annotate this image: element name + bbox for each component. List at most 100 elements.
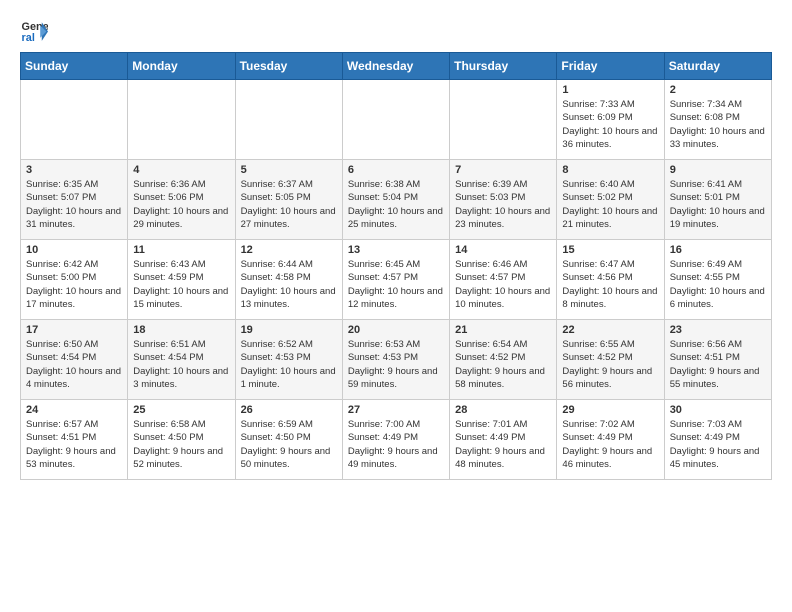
day-info: Sunrise: 6:47 AM Sunset: 4:56 PM Dayligh… — [562, 258, 658, 311]
day-info: Sunrise: 6:40 AM Sunset: 5:02 PM Dayligh… — [562, 178, 658, 231]
day-info: Sunrise: 6:35 AM Sunset: 5:07 PM Dayligh… — [26, 178, 122, 231]
week-row-5: 24 Sunrise: 6:57 AM Sunset: 4:51 PM Dayli… — [21, 400, 772, 480]
day-cell — [235, 80, 342, 160]
day-cell: 5 Sunrise: 6:37 AM Sunset: 5:05 PM Daylig… — [235, 160, 342, 240]
day-cell: 27 Sunrise: 7:00 AM Sunset: 4:49 PM Dayli… — [342, 400, 449, 480]
day-cell: 24 Sunrise: 6:57 AM Sunset: 4:51 PM Dayli… — [21, 400, 128, 480]
day-cell: 18 Sunrise: 6:51 AM Sunset: 4:54 PM Dayli… — [128, 320, 235, 400]
day-info: Sunrise: 6:37 AM Sunset: 5:05 PM Dayligh… — [241, 178, 337, 231]
day-info: Sunrise: 7:33 AM Sunset: 6:09 PM Dayligh… — [562, 98, 658, 151]
header-cell-sunday: Sunday — [21, 53, 128, 80]
header: Gene ral — [20, 16, 772, 44]
day-info: Sunrise: 6:38 AM Sunset: 5:04 PM Dayligh… — [348, 178, 444, 231]
week-row-3: 10 Sunrise: 6:42 AM Sunset: 5:00 PM Dayli… — [21, 240, 772, 320]
day-number: 21 — [455, 324, 551, 336]
day-info: Sunrise: 6:54 AM Sunset: 4:52 PM Dayligh… — [455, 338, 551, 391]
day-cell: 1 Sunrise: 7:33 AM Sunset: 6:09 PM Daylig… — [557, 80, 664, 160]
day-number: 18 — [133, 324, 229, 336]
day-number: 22 — [562, 324, 658, 336]
day-cell: 23 Sunrise: 6:56 AM Sunset: 4:51 PM Dayli… — [664, 320, 771, 400]
day-cell: 6 Sunrise: 6:38 AM Sunset: 5:04 PM Daylig… — [342, 160, 449, 240]
day-info: Sunrise: 7:00 AM Sunset: 4:49 PM Dayligh… — [348, 418, 444, 471]
day-number: 10 — [26, 244, 122, 256]
day-info: Sunrise: 6:57 AM Sunset: 4:51 PM Dayligh… — [26, 418, 122, 471]
day-cell: 30Sunrise: 7:03 AM Sunset: 4:49 PM Dayli… — [664, 400, 771, 480]
day-info: Sunrise: 6:53 AM Sunset: 4:53 PM Dayligh… — [348, 338, 444, 391]
day-cell: 3 Sunrise: 6:35 AM Sunset: 5:07 PM Daylig… — [21, 160, 128, 240]
day-number: 19 — [241, 324, 337, 336]
day-info: Sunrise: 6:49 AM Sunset: 4:55 PM Dayligh… — [670, 258, 766, 311]
day-cell: 2 Sunrise: 7:34 AM Sunset: 6:08 PM Daylig… — [664, 80, 771, 160]
day-info: Sunrise: 6:51 AM Sunset: 4:54 PM Dayligh… — [133, 338, 229, 391]
day-cell: 7Sunrise: 6:39 AM Sunset: 5:03 PM Daylig… — [450, 160, 557, 240]
day-number: 2 — [670, 84, 766, 96]
day-cell — [21, 80, 128, 160]
day-number: 16 — [670, 244, 766, 256]
day-info: Sunrise: 7:03 AM Sunset: 4:49 PM Dayligh… — [670, 418, 766, 471]
header-row: SundayMondayTuesdayWednesdayThursdayFrid… — [21, 53, 772, 80]
day-number: 12 — [241, 244, 337, 256]
day-cell — [450, 80, 557, 160]
day-info: Sunrise: 7:01 AM Sunset: 4:49 PM Dayligh… — [455, 418, 551, 471]
day-cell: 11 Sunrise: 6:43 AM Sunset: 4:59 PM Dayli… — [128, 240, 235, 320]
day-info: Sunrise: 6:43 AM Sunset: 4:59 PM Dayligh… — [133, 258, 229, 311]
calendar-body: 1 Sunrise: 7:33 AM Sunset: 6:09 PM Daylig… — [21, 80, 772, 480]
day-cell: 13Sunrise: 6:45 AM Sunset: 4:57 PM Dayli… — [342, 240, 449, 320]
day-info: Sunrise: 6:46 AM Sunset: 4:57 PM Dayligh… — [455, 258, 551, 311]
day-cell: 26 Sunrise: 6:59 AM Sunset: 4:50 PM Dayli… — [235, 400, 342, 480]
header-cell-monday: Monday — [128, 53, 235, 80]
day-cell: 22 Sunrise: 6:55 AM Sunset: 4:52 PM Dayli… — [557, 320, 664, 400]
day-info: Sunrise: 6:52 AM Sunset: 4:53 PM Dayligh… — [241, 338, 337, 391]
day-cell: 8 Sunrise: 6:40 AM Sunset: 5:02 PM Daylig… — [557, 160, 664, 240]
day-cell: 28 Sunrise: 7:01 AM Sunset: 4:49 PM Dayli… — [450, 400, 557, 480]
day-number: 29 — [562, 404, 658, 416]
day-number: 3 — [26, 164, 122, 176]
header-cell-thursday: Thursday — [450, 53, 557, 80]
header-cell-friday: Friday — [557, 53, 664, 80]
day-number: 13 — [348, 244, 444, 256]
day-info: Sunrise: 6:36 AM Sunset: 5:06 PM Dayligh… — [133, 178, 229, 231]
day-number: 28 — [455, 404, 551, 416]
day-cell: 20Sunrise: 6:53 AM Sunset: 4:53 PM Dayli… — [342, 320, 449, 400]
week-row-1: 1 Sunrise: 7:33 AM Sunset: 6:09 PM Daylig… — [21, 80, 772, 160]
day-number: 14 — [455, 244, 551, 256]
day-number: 24 — [26, 404, 122, 416]
day-cell: 10 Sunrise: 6:42 AM Sunset: 5:00 PM Dayli… — [21, 240, 128, 320]
day-info: Sunrise: 6:59 AM Sunset: 4:50 PM Dayligh… — [241, 418, 337, 471]
day-number: 23 — [670, 324, 766, 336]
day-number: 4 — [133, 164, 229, 176]
day-cell: 17Sunrise: 6:50 AM Sunset: 4:54 PM Dayli… — [21, 320, 128, 400]
day-cell: 4 Sunrise: 6:36 AM Sunset: 5:06 PM Daylig… — [128, 160, 235, 240]
header-cell-tuesday: Tuesday — [235, 53, 342, 80]
day-number: 17 — [26, 324, 122, 336]
logo: Gene ral — [20, 16, 52, 44]
header-cell-wednesday: Wednesday — [342, 53, 449, 80]
day-number: 9 — [670, 164, 766, 176]
svg-text:ral: ral — [22, 32, 35, 44]
day-number: 25 — [133, 404, 229, 416]
day-info: Sunrise: 7:02 AM Sunset: 4:49 PM Dayligh… — [562, 418, 658, 471]
day-cell: 25 Sunrise: 6:58 AM Sunset: 4:50 PM Dayli… — [128, 400, 235, 480]
day-number: 27 — [348, 404, 444, 416]
day-info: Sunrise: 6:42 AM Sunset: 5:00 PM Dayligh… — [26, 258, 122, 311]
calendar-header: SundayMondayTuesdayWednesdayThursdayFrid… — [21, 53, 772, 80]
day-cell: 12Sunrise: 6:44 AM Sunset: 4:58 PM Dayli… — [235, 240, 342, 320]
day-info: Sunrise: 6:58 AM Sunset: 4:50 PM Dayligh… — [133, 418, 229, 471]
day-number: 5 — [241, 164, 337, 176]
day-number: 1 — [562, 84, 658, 96]
day-cell: 9Sunrise: 6:41 AM Sunset: 5:01 PM Daylig… — [664, 160, 771, 240]
day-cell — [128, 80, 235, 160]
day-number: 8 — [562, 164, 658, 176]
day-info: Sunrise: 6:56 AM Sunset: 4:51 PM Dayligh… — [670, 338, 766, 391]
day-cell: 29 Sunrise: 7:02 AM Sunset: 4:49 PM Dayli… — [557, 400, 664, 480]
day-number: 6 — [348, 164, 444, 176]
day-info: Sunrise: 6:39 AM Sunset: 5:03 PM Dayligh… — [455, 178, 551, 231]
logo-icon: Gene ral — [20, 16, 48, 44]
day-cell: 14 Sunrise: 6:46 AM Sunset: 4:57 PM Dayli… — [450, 240, 557, 320]
week-row-4: 17Sunrise: 6:50 AM Sunset: 4:54 PM Dayli… — [21, 320, 772, 400]
day-number: 26 — [241, 404, 337, 416]
calendar-table: SundayMondayTuesdayWednesdayThursdayFrid… — [20, 52, 772, 480]
day-info: Sunrise: 6:55 AM Sunset: 4:52 PM Dayligh… — [562, 338, 658, 391]
day-number: 11 — [133, 244, 229, 256]
day-info: Sunrise: 7:34 AM Sunset: 6:08 PM Dayligh… — [670, 98, 766, 151]
